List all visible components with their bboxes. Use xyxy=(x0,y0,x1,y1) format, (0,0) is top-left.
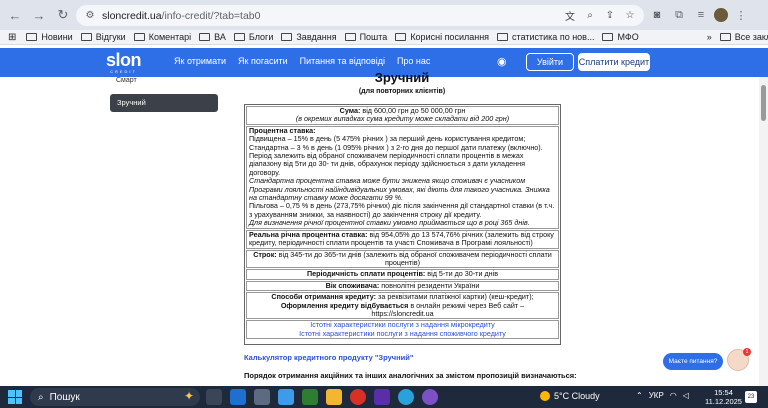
wifi-icon[interactable]: ◠ xyxy=(670,391,677,400)
chat-widget-button[interactable]: Маєте питання? xyxy=(663,353,723,370)
reload-icon[interactable]: ↻ xyxy=(54,6,72,24)
back-icon[interactable]: ← xyxy=(6,6,24,24)
table-row: Сума: від 600,00 грн до 50 000,00 грн (в… xyxy=(246,106,559,125)
page-scrollbar[interactable] xyxy=(759,77,768,386)
sidebar-item-zruchnyi[interactable]: Зручний xyxy=(110,94,218,112)
zoom-icon[interactable]: ⌕ xyxy=(582,7,598,23)
telegram-icon[interactable] xyxy=(398,389,414,405)
chat-badge: 1 xyxy=(743,348,751,356)
folder-icon xyxy=(497,33,509,41)
nav-faq[interactable]: Питання та відповіді xyxy=(300,56,385,66)
store-icon[interactable] xyxy=(230,389,246,405)
taskbar-clock[interactable]: 15:54 11.12.2025 xyxy=(705,388,742,406)
url-host: sloncredit.ua xyxy=(102,9,162,22)
order-heading: Порядок отримання акційних та інших анал… xyxy=(244,371,577,380)
table-row: Періодичність сплати процентів: від 5-ти… xyxy=(246,269,559,280)
bookmark-item[interactable]: статистика по нов... xyxy=(497,32,594,42)
page-subtitle: (для повторних клієнтів) xyxy=(358,88,446,95)
chevron-up-icon[interactable]: ⌃ xyxy=(636,391,643,400)
extensions-icon[interactable]: ⧉ xyxy=(670,6,688,24)
folder-icon xyxy=(719,33,731,41)
table-row: Строк: від 345-ти до 365-ти днів (залежи… xyxy=(246,249,559,269)
calculator-link[interactable]: Калькулятор кредитного продукту "Зручний… xyxy=(244,353,413,362)
nav-how-to-repay[interactable]: Як погасити xyxy=(238,56,288,66)
app-icon[interactable] xyxy=(278,389,294,405)
accessibility-eye-icon[interactable]: ◉ xyxy=(497,56,511,68)
site-logo[interactable]: slon CREDIT xyxy=(106,51,142,74)
page-title: Зручний xyxy=(374,70,430,85)
system-tray: ⌃ УКР ◠ ◁ xyxy=(636,391,689,400)
weather-widget[interactable]: 5°C Cloudy xyxy=(540,391,600,401)
bookmark-item[interactable]: Завдання xyxy=(281,32,337,42)
consumer-credit-link[interactable]: Істотні характеристики послуги з надання… xyxy=(299,329,506,338)
task-view-icon[interactable] xyxy=(206,389,222,405)
windows-start-icon[interactable] xyxy=(8,390,22,404)
screenshot-icon[interactable]: ◙ xyxy=(648,6,666,24)
browser-address-bar: ← → ↻ ⚙ sloncredit.ua/info-credit/?tab=t… xyxy=(0,0,768,30)
search-icon: ⌕ xyxy=(38,391,44,403)
table-row: Істотні характеристики послуги з надання… xyxy=(246,320,559,340)
table-row: Способи отримання кредиту: за реквізитам… xyxy=(246,292,559,320)
sidebar-item-smart[interactable]: Смарт xyxy=(116,77,137,84)
bookmark-item[interactable]: Корисні посилання xyxy=(395,32,489,42)
bookmark-star-icon[interactable]: ☆ xyxy=(622,7,638,23)
url-field[interactable]: ⚙ sloncredit.ua/info-credit/?tab=tab0 文 … xyxy=(76,5,644,26)
apps-grid-icon[interactable]: ⊞ xyxy=(8,32,16,43)
menu-icon[interactable]: ⋮ xyxy=(732,6,750,24)
sun-icon xyxy=(540,391,550,401)
folder-icon xyxy=(133,33,145,41)
folder-icon xyxy=(602,33,614,41)
forward-icon[interactable]: → xyxy=(30,6,48,24)
volume-icon[interactable]: ◁ xyxy=(683,391,689,400)
bookmark-item[interactable]: ВА xyxy=(199,32,226,42)
calculator-icon[interactable] xyxy=(254,389,270,405)
folder-icon xyxy=(281,33,293,41)
notification-badge[interactable]: 23 xyxy=(745,391,757,403)
media-icon[interactable]: ≡ xyxy=(692,6,710,24)
folder-icon xyxy=(199,33,211,41)
windows-taskbar: ⌕ Пошук ✦ 5°C Cloudy ⌃ УКР ◠ ◁ 15:54 11.1… xyxy=(0,386,768,408)
login-button[interactable]: Увійти xyxy=(526,53,574,71)
bookmark-item[interactable]: Блоги xyxy=(233,32,273,42)
app-icon[interactable] xyxy=(374,389,390,405)
share-icon[interactable]: ⇪ xyxy=(602,7,618,23)
folder-icon xyxy=(80,33,92,41)
chrome-icon[interactable] xyxy=(350,389,366,405)
all-bookmarks[interactable]: Все закладки xyxy=(719,32,768,42)
pay-credit-button[interactable]: Сплатити кредит xyxy=(578,53,650,71)
bookmark-item[interactable]: Пошта xyxy=(344,32,387,42)
folder-icon xyxy=(344,33,356,41)
search-highlight-icon: ✦ xyxy=(183,389,194,403)
table-row: Реальна річна процентна ставка: від 954,… xyxy=(246,229,559,249)
table-row: Процентна ставка: Підвищена – 15% в день… xyxy=(246,125,559,229)
viber-icon[interactable] xyxy=(422,389,438,405)
folder-icon xyxy=(26,33,38,41)
bookmarks-bar: ⊞ Новини Відгуки Коментарі ВА Блоги Завд… xyxy=(0,30,768,45)
url-path: /info-credit/?tab=tab0 xyxy=(161,9,261,22)
bookmark-item[interactable]: Відгуки xyxy=(80,32,126,42)
bookmark-item[interactable]: Коментарі xyxy=(133,32,191,42)
conditions-table: Сума: від 600,00 грн до 50 000,00 грн (в… xyxy=(244,104,561,345)
app-icon[interactable] xyxy=(302,389,318,405)
taskbar-search[interactable]: ⌕ Пошук ✦ xyxy=(30,388,200,406)
translate-icon[interactable]: 文 xyxy=(562,7,578,23)
nav-about[interactable]: Про нас xyxy=(397,56,430,66)
taskbar-apps xyxy=(206,389,438,405)
more-bookmarks-icon[interactable]: » xyxy=(707,32,712,42)
bookmark-item[interactable]: МФО xyxy=(602,32,639,42)
folder-icon xyxy=(395,33,407,41)
profile-avatar[interactable] xyxy=(714,8,728,22)
bookmark-item[interactable]: Новини xyxy=(26,32,73,42)
site-nav: Як отримати Як погасити Питання та відпо… xyxy=(174,56,430,66)
scrollbar-thumb[interactable] xyxy=(761,85,766,121)
folder-icon xyxy=(233,33,245,41)
site-info-icon[interactable]: ⚙ xyxy=(82,8,98,24)
nav-how-to-get[interactable]: Як отримати xyxy=(174,56,226,66)
language-indicator[interactable]: УКР xyxy=(649,391,664,400)
folder-icon[interactable] xyxy=(326,389,342,405)
table-row: Вік споживача: повнолітні резиденти Укра… xyxy=(246,280,559,292)
